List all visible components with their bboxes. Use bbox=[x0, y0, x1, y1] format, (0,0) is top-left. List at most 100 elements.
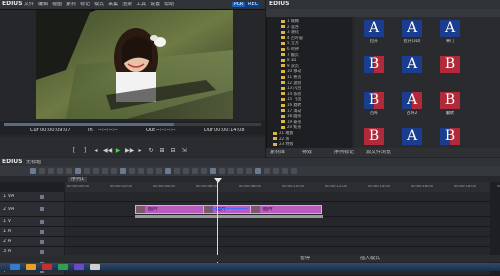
timeline-tool-icon[interactable] bbox=[102, 168, 108, 174]
tree-item-11[interactable]: 12 波纹 bbox=[281, 81, 301, 86]
timeline-tool-icon[interactable] bbox=[48, 168, 54, 174]
menu-item-9[interactable]: 设置 bbox=[150, 2, 160, 7]
track-lane[interactable] bbox=[65, 237, 490, 247]
track-toggle-icon[interactable] bbox=[40, 194, 44, 199]
timecode-value-out[interactable]: --:--:--:-- bbox=[156, 128, 176, 133]
menu-item-7[interactable]: 渲染 bbox=[122, 2, 132, 7]
bin-tab-0[interactable]: 素材库 bbox=[270, 150, 285, 155]
audio-clip-bar[interactable] bbox=[135, 215, 323, 218]
insert-icon[interactable]: ⊞ bbox=[158, 148, 166, 154]
effect-thumbnail-2[interactable]: A bbox=[440, 20, 460, 37]
timeline-tool-icon[interactable] bbox=[156, 168, 162, 174]
fast-forward-icon[interactable]: ▶▶ bbox=[125, 148, 134, 154]
timeline-tool-icon[interactable] bbox=[147, 168, 153, 174]
timeline-tool-icon[interactable] bbox=[84, 168, 90, 174]
track-toggle-icon[interactable] bbox=[40, 207, 44, 211]
effect-thumbnail-3[interactable]: B bbox=[364, 56, 384, 73]
plr-mode-badge[interactable]: PLR bbox=[232, 2, 246, 7]
bin-tab-1[interactable]: 特效 bbox=[302, 150, 312, 155]
effect-thumbnail-10[interactable]: A bbox=[402, 128, 422, 145]
tree-item-1[interactable]: 2 混合 bbox=[281, 25, 299, 30]
tree-item-2[interactable]: 3 溶化 bbox=[281, 30, 299, 35]
tree-item-4[interactable]: 5 立方 bbox=[281, 41, 299, 46]
effect-thumbnail-9[interactable]: B bbox=[364, 128, 384, 145]
tree-item-12[interactable]: 13 闪白 bbox=[281, 86, 301, 91]
timeline-tool-icon[interactable] bbox=[255, 168, 261, 174]
taskbar-app-icon[interactable] bbox=[10, 264, 20, 270]
track-toggle-icon[interactable] bbox=[40, 229, 44, 234]
timeline-tool-icon[interactable] bbox=[219, 168, 225, 174]
next-frame-icon[interactable]: ▸ bbox=[136, 148, 144, 154]
taskbar-app-icon[interactable] bbox=[74, 264, 84, 270]
timeline-tool-icon[interactable] bbox=[138, 168, 144, 174]
timecode-value-dur[interactable]: 00:00:14:08 bbox=[214, 128, 245, 133]
playhead-handle[interactable] bbox=[214, 178, 222, 183]
timeline-clip[interactable]: 图片 bbox=[250, 205, 322, 214]
set-in-icon[interactable]: [ bbox=[70, 148, 78, 154]
menu-item-1[interactable]: 编辑 bbox=[38, 2, 48, 7]
track-header[interactable]: 2 VA bbox=[0, 202, 64, 217]
position-slider[interactable] bbox=[4, 123, 261, 126]
timeline-tool-icon[interactable] bbox=[210, 168, 216, 174]
menu-item-0[interactable]: 文件 bbox=[24, 2, 34, 7]
timeline-tool-icon[interactable] bbox=[165, 168, 171, 174]
tree-item-13[interactable]: 14 条纹 bbox=[281, 92, 301, 97]
tree-item-20[interactable]: 21 缩放 bbox=[273, 131, 293, 136]
tree-item-6[interactable]: 7 翻页 bbox=[281, 53, 299, 58]
loop-icon[interactable]: ↻ bbox=[147, 148, 155, 154]
menu-item-3[interactable]: 素材 bbox=[66, 2, 76, 7]
tree-item-19[interactable]: 20 矩形 bbox=[281, 125, 301, 130]
effect-thumbnail-1[interactable]: A bbox=[402, 20, 422, 37]
effect-thumbnail-8[interactable]: B bbox=[440, 92, 460, 109]
timeline-tool-icon[interactable] bbox=[291, 168, 297, 174]
menu-item-4[interactable]: 标记 bbox=[80, 2, 90, 7]
effect-thumbnail-0[interactable]: A bbox=[364, 20, 384, 37]
track-lane[interactable] bbox=[65, 192, 490, 202]
tree-item-8[interactable]: 9 双页 bbox=[281, 64, 299, 69]
effect-thumbnail-7[interactable]: A bbox=[402, 92, 422, 109]
timeline-tool-icon[interactable] bbox=[120, 168, 126, 174]
rec-mode-badge[interactable]: REC bbox=[246, 2, 261, 7]
tree-item-0[interactable]: 1 模糊 bbox=[281, 19, 299, 24]
timeline-tool-icon[interactable] bbox=[192, 168, 198, 174]
menu-item-6[interactable]: 采集 bbox=[108, 2, 118, 7]
tree-item-9[interactable]: 10 移动 bbox=[281, 69, 301, 74]
tree-item-7[interactable]: 8 3D bbox=[281, 58, 296, 63]
menu-item-5[interactable]: 模式 bbox=[94, 2, 104, 7]
track-lane[interactable] bbox=[65, 227, 490, 237]
time-ruler[interactable]: 00:00:00:00 00:00:02:00 00:00:04:00 00:00:0… bbox=[65, 182, 500, 192]
bin-tab-3[interactable]: 源文件浏览 bbox=[366, 150, 391, 155]
effect-thumbnail-5[interactable]: B bbox=[440, 56, 460, 73]
track-toggle-icon[interactable] bbox=[40, 219, 44, 224]
timecode-value-cur[interactable]: 00:00:09:07 bbox=[40, 128, 71, 133]
playhead-line[interactable] bbox=[217, 180, 218, 265]
tree-item-17[interactable]: 18 圆形 bbox=[281, 114, 301, 119]
taskbar-app-icon[interactable] bbox=[42, 264, 52, 270]
track-header[interactable]: 2 A bbox=[0, 237, 64, 247]
timecode-value-in[interactable]: --:--:--:-- bbox=[98, 128, 118, 133]
tree-item-10[interactable]: 11 卷页 bbox=[281, 75, 301, 80]
timeline-tool-icon[interactable] bbox=[183, 168, 189, 174]
timeline-tool-icon[interactable] bbox=[264, 168, 270, 174]
menu-item-10[interactable]: 帮助 bbox=[164, 2, 174, 7]
timeline-tool-icon[interactable] bbox=[30, 168, 36, 174]
taskbar-app-icon[interactable] bbox=[26, 264, 36, 270]
timeline-tool-icon[interactable] bbox=[57, 168, 63, 174]
effect-thumbnail-4[interactable]: A bbox=[402, 56, 422, 73]
effect-thumbnail-6[interactable]: B bbox=[364, 92, 384, 109]
timeline-tool-icon[interactable] bbox=[93, 168, 99, 174]
timeline-tool-icon[interactable] bbox=[201, 168, 207, 174]
track-toggle-icon[interactable] bbox=[40, 239, 44, 244]
timeline-tool-icon[interactable] bbox=[75, 168, 81, 174]
effect-thumbnail-11[interactable]: B bbox=[440, 128, 460, 145]
overwrite-icon[interactable]: ⊟ bbox=[169, 148, 177, 154]
tree-item-14[interactable]: 15 飞出 bbox=[281, 97, 301, 102]
play-icon[interactable]: ▶ bbox=[114, 148, 122, 154]
tree-item-18[interactable]: 19 菱形 bbox=[281, 120, 301, 125]
prev-frame-icon[interactable]: ◂ bbox=[92, 148, 100, 154]
tree-item-21[interactable]: 22 块 bbox=[273, 137, 289, 142]
timeline-tool-icon[interactable] bbox=[273, 168, 279, 174]
timeline-clip[interactable]: 图片 bbox=[203, 205, 253, 214]
timeline-tool-icon[interactable] bbox=[111, 168, 117, 174]
track-header[interactable]: 1 A bbox=[0, 227, 64, 237]
